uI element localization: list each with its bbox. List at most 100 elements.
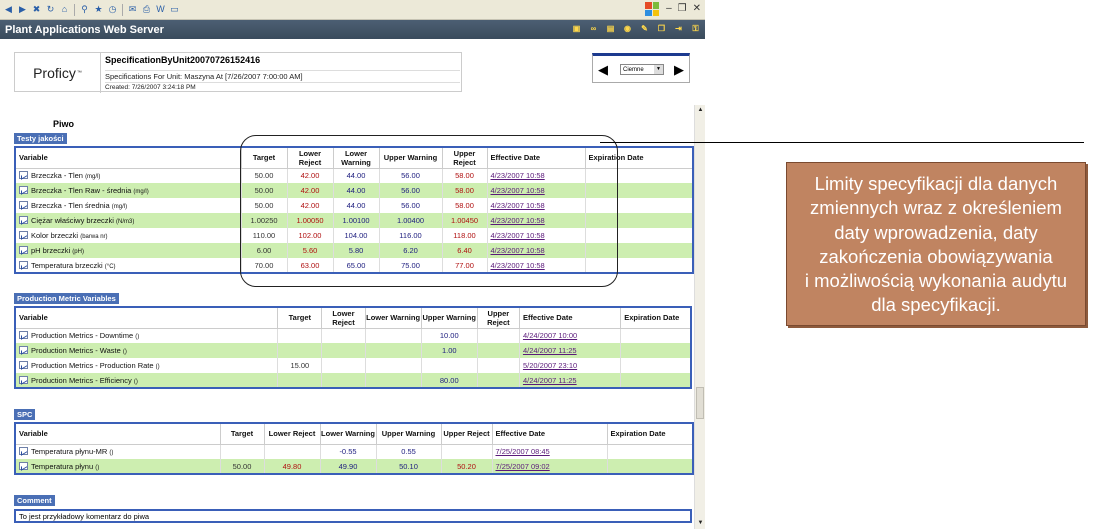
lower-reject-cell	[321, 358, 366, 373]
expiration-date-cell	[606, 444, 693, 459]
chart-icon[interactable]	[19, 461, 28, 470]
chart-icon[interactable]	[19, 186, 28, 194]
document-icon[interactable]: ▤	[605, 24, 616, 34]
variable-name: Ciężar właściwy brzeczki	[31, 216, 114, 225]
title-icon-group: ▣ ∞ ▤ ◉ ✎ ❐ ⇥ ⚿	[571, 24, 701, 34]
key-icon[interactable]: ⚿	[690, 24, 701, 34]
column-header-lower-reject: Lower Reject	[321, 306, 366, 329]
scroll-down-icon[interactable]: ▼	[696, 519, 705, 528]
maximize-button[interactable]: ❐	[678, 3, 687, 14]
table-row: Production Metrics - Downtime () 10.00 4/2…	[14, 328, 691, 343]
previous-arrow-icon[interactable]: ◀	[598, 62, 608, 78]
proficy-logo: Proficy ™	[15, 53, 101, 93]
home-icon[interactable]: ⌂	[59, 4, 70, 15]
close-button[interactable]: ✕	[693, 3, 701, 14]
variable-name: Production Metrics - Production Rate	[31, 361, 154, 370]
variable-name: Kolor brzeczki	[31, 231, 79, 240]
variable-unit: (mg/l)	[133, 189, 149, 195]
variable-cell: Brzeczka - Tlen średnia (mg/l)	[14, 198, 241, 213]
effective-date-link[interactable]: 4/24/2007 11:25	[523, 346, 577, 355]
expiration-date-cell	[620, 343, 691, 358]
upper-reject-cell	[440, 444, 492, 459]
binoculars-icon[interactable]: ∞	[588, 24, 599, 34]
chart-icon[interactable]	[19, 260, 28, 269]
effective-date-link[interactable]: 4/24/2007 11:25	[523, 376, 577, 385]
upper-reject-cell	[476, 343, 520, 358]
variable-name: Temperatura płynu-MR	[31, 447, 108, 457]
tools-icon[interactable]: ✎	[639, 24, 650, 34]
variable-unit: ()	[95, 464, 100, 471]
refresh-icon[interactable]: ↻	[45, 4, 56, 15]
upper-warning-cell	[420, 358, 478, 373]
target-cell	[277, 328, 322, 343]
lower-warning-cell	[364, 358, 422, 373]
favorites-icon[interactable]: ★	[93, 4, 104, 15]
lower-warning-cell	[364, 343, 422, 358]
copy-icon[interactable]: ❐	[656, 24, 667, 34]
upper-reject-cell: 50.20	[440, 459, 492, 474]
toolbar-divider	[74, 3, 75, 16]
column-header-expiration-date: Expiration Date	[620, 306, 692, 329]
variable-cell: Production Metrics - Waste ()	[14, 343, 278, 358]
section-tab-comment: Comment	[14, 495, 55, 506]
target-cell: 15.00	[277, 358, 322, 373]
mail-icon[interactable]: ✉	[127, 4, 138, 15]
back-icon[interactable]: ◀	[3, 4, 14, 15]
chart-icon[interactable]	[19, 346, 28, 354]
lower-warning-cell	[364, 328, 422, 343]
chart-icon[interactable]	[19, 331, 28, 340]
scroll-up-icon[interactable]: ▲	[696, 106, 705, 115]
stop-icon[interactable]: ✖	[31, 4, 42, 15]
variable-unit: (barwa nr)	[80, 234, 108, 240]
variable-cell: Production Metrics - Efficiency ()	[14, 373, 278, 388]
dashboard-icon[interactable]: ▣	[571, 24, 582, 34]
effective-date-cell: 5/20/2007 23:10	[518, 358, 621, 373]
next-arrow-icon[interactable]: ▶	[674, 62, 684, 78]
lower-warning-cell	[364, 373, 422, 388]
column-header-variable: Variable	[14, 422, 221, 445]
column-header-upper-warning: Upper Warning	[420, 306, 478, 329]
variable-cell: pH brzeczki (pH)	[14, 243, 241, 258]
globe-icon[interactable]: ◉	[622, 24, 633, 34]
edit-icon[interactable]: W	[155, 4, 166, 15]
chart-icon[interactable]	[19, 447, 28, 456]
expiration-date-cell	[620, 328, 691, 343]
vertical-scrollbar[interactable]: ▲ ▼	[694, 105, 705, 529]
scroll-thumb[interactable]	[696, 387, 704, 419]
history-icon[interactable]: ◷	[107, 4, 118, 15]
column-header-upper-warning: Upper Warning	[375, 422, 442, 445]
folder-icon[interactable]: ▭	[169, 4, 180, 15]
chart-icon[interactable]	[19, 361, 28, 369]
callout-line: Limity specyfikacji dla danych	[814, 173, 1058, 194]
upper-warning-cell: 50.10	[375, 459, 441, 474]
effective-date-link[interactable]: 4/24/2007 10:00	[523, 331, 577, 340]
minimize-button[interactable]: –	[666, 3, 672, 14]
production-spec-table: Variable Target Lower Reject Lower Warni…	[14, 306, 692, 389]
table-header-row: Variable Target Lower Reject Lower Warni…	[14, 306, 692, 329]
chart-icon[interactable]	[19, 246, 28, 254]
print-icon[interactable]: ⎙	[141, 4, 152, 15]
variable-cell: Temperatura brzeczki (°C)	[14, 258, 241, 273]
product-select[interactable]: Ciemne ▼	[620, 64, 664, 75]
chart-icon[interactable]	[19, 201, 28, 209]
variable-name: Brzeczka - Tlen średnia	[31, 201, 110, 210]
effective-date-link[interactable]: 7/25/2007 09:02	[496, 462, 550, 471]
effective-date-cell: 7/25/2007 09:02	[491, 459, 607, 474]
chart-icon[interactable]	[19, 375, 28, 384]
chart-icon[interactable]	[19, 216, 28, 224]
search-icon[interactable]: ⚲	[79, 4, 90, 15]
column-header-effective-date: Effective Date	[491, 422, 608, 445]
effective-date-link[interactable]: 7/25/2007 08:45	[496, 447, 550, 456]
annotation-callout: Limity specyfikacji dla danych zmiennych …	[786, 162, 1086, 326]
variable-unit: ()	[155, 364, 160, 370]
lower-reject-cell	[321, 343, 366, 358]
forward-icon[interactable]: ▶	[17, 4, 28, 15]
callout-connector-line	[600, 142, 1084, 143]
column-header-lower-warning: Lower Warning	[319, 422, 377, 445]
chevron-down-icon[interactable]: ▼	[654, 65, 663, 74]
export-icon[interactable]: ⇥	[673, 24, 684, 34]
expiration-date-cell	[606, 459, 693, 474]
chart-icon[interactable]	[19, 171, 28, 180]
effective-date-link[interactable]: 5/20/2007 23:10	[523, 361, 577, 370]
chart-icon[interactable]	[19, 231, 28, 239]
